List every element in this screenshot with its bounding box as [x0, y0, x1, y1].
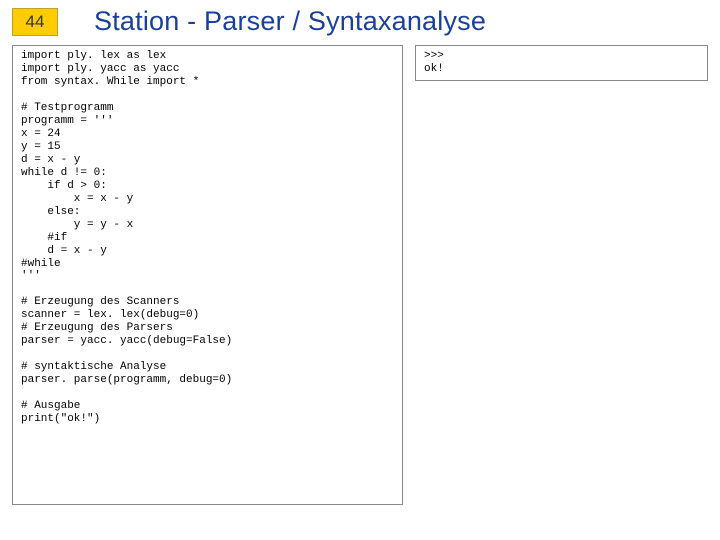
body-row: import ply. lex as lex import ply. yacc …	[12, 45, 708, 505]
page-title: Station - Parser / Syntaxanalyse	[94, 6, 486, 37]
slide-header: 44 Station - Parser / Syntaxanalyse	[12, 6, 708, 37]
output-box: >>> ok!	[415, 45, 708, 81]
slide-number-text: 44	[26, 12, 45, 32]
source-code-box: import ply. lex as lex import ply. yacc …	[12, 45, 403, 505]
slide-number-badge: 44	[12, 8, 58, 36]
slide: 44 Station - Parser / Syntaxanalyse impo…	[0, 0, 720, 540]
